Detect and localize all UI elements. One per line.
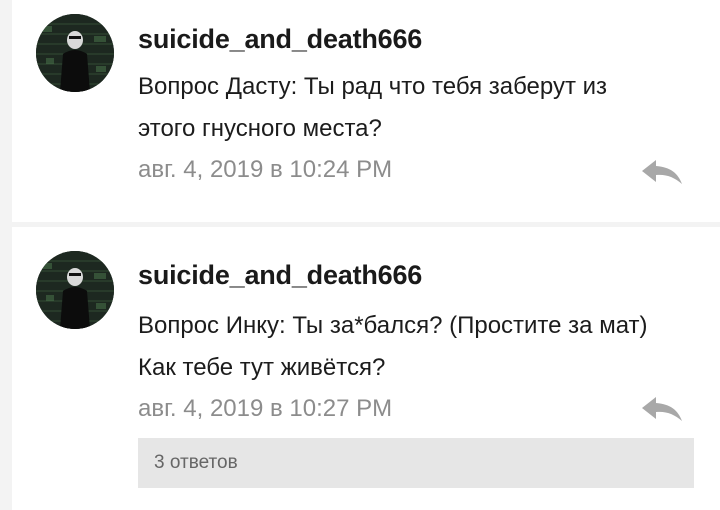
comment-text: Вопрос Дасту: Ты рад что тебя заберут из…	[138, 66, 698, 150]
timestamp: авг. 4, 2019 в 10:27 PM	[138, 395, 393, 422]
comment-card: suicide_and_death666 Вопрос Дасту: Ты ра…	[12, 0, 720, 222]
avatar-image	[36, 251, 114, 329]
avatar[interactable]	[36, 251, 114, 329]
comment-text-line: Вопрос Дасту: Ты рад что тебя заберут из	[138, 73, 608, 100]
comment-card: suicide_and_death666 Вопрос Инку: Ты за*…	[12, 227, 720, 510]
avatar[interactable]	[36, 14, 114, 92]
username[interactable]: suicide_and_death666	[138, 24, 422, 55]
comment-text-line: этого гнусного места?	[138, 115, 382, 142]
timestamp: авг. 4, 2019 в 10:24 PM	[138, 156, 393, 183]
comment-text-line: Как тебе тут живётся?	[138, 354, 386, 381]
username[interactable]: suicide_and_death666	[138, 260, 422, 291]
comment-feed: suicide_and_death666 Вопрос Дасту: Ты ра…	[0, 0, 720, 510]
reply-arrow-icon[interactable]	[640, 158, 684, 186]
view-replies-button[interactable]: 3 ответов	[138, 438, 694, 488]
reply-arrow-icon[interactable]	[640, 395, 684, 423]
comment-text: Вопрос Инку: Ты за*бался? (Простите за м…	[138, 305, 698, 389]
comment-text-line: Вопрос Инку: Ты за*бался? (Простите за м…	[138, 312, 648, 339]
avatar-image	[36, 14, 114, 92]
